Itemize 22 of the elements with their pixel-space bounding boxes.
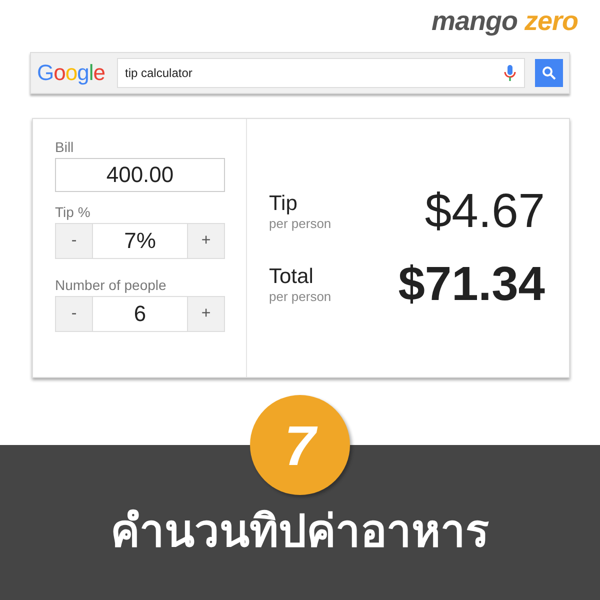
plus-button[interactable]: + [188, 297, 224, 331]
search-logo: Google [37, 60, 106, 86]
search-field[interactable]: tip calculator [117, 58, 525, 88]
result-sublabel: per person [269, 216, 332, 231]
search-icon [542, 66, 556, 80]
result-sublabel: per person [269, 289, 332, 304]
result-label: Tip [269, 192, 298, 216]
field-label: Number of people [55, 277, 168, 293]
field-label: Tip % [55, 204, 92, 220]
field-label: Bill [55, 139, 75, 155]
brand-logo: mango zero [431, 6, 578, 36]
plus-button[interactable]: + [188, 224, 224, 258]
search-button[interactable] [535, 59, 563, 87]
bill-input[interactable]: 400.00 [55, 158, 225, 192]
minus-button[interactable]: - [56, 224, 92, 258]
minus-button[interactable]: - [56, 297, 92, 331]
title: คำนวนทิปค่าอาหาร [110, 505, 490, 559]
number-badge: 7 [250, 395, 350, 495]
result-amount: $71.34 [398, 257, 545, 312]
result-amount: $4.67 [424, 184, 545, 239]
microphone-icon[interactable] [504, 65, 516, 81]
result-label: Total [269, 265, 314, 289]
